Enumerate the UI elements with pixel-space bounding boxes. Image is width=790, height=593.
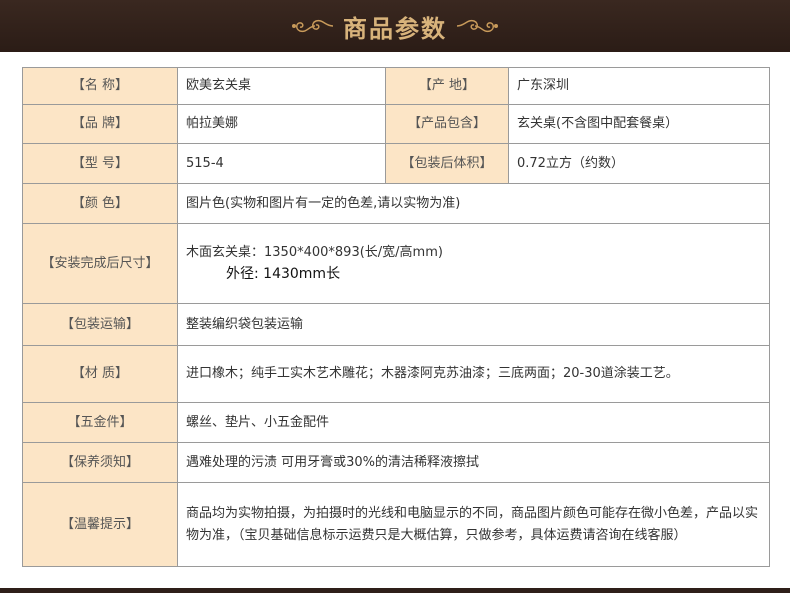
- name-value: 欧美玄关桌: [177, 67, 386, 105]
- table-row: 【安装完成后尺寸】 木面玄关桌：1350*400*893(长/宽/高mm) 外径…: [22, 223, 770, 304]
- packing-value: 整装编织袋包装运输: [177, 303, 770, 346]
- size-value: 木面玄关桌：1350*400*893(长/宽/高mm): [186, 245, 443, 260]
- name-label: 【名 称】: [22, 67, 178, 105]
- volume-value: 0.72立方（约数）: [508, 143, 770, 184]
- params-table: 【名 称】 欧美玄关桌 【产 地】 广东深圳 【品 牌】 帕拉美娜 【产品包含】…: [22, 67, 770, 567]
- header-banner: 商品参数: [0, 0, 790, 52]
- contents-value: 玄关桌(不含图中配套餐桌）: [508, 104, 770, 144]
- color-label: 【颜 色】: [22, 183, 178, 224]
- page: 商品参数 【名 称】 欧美玄关桌 【产 地】 广东深圳 【品 牌】 帕拉美娜 【…: [0, 0, 790, 593]
- right-flourish-icon: [456, 19, 498, 33]
- packing-label: 【包装运输】: [22, 303, 178, 346]
- outer-diameter: 外径: 1430mm长: [226, 266, 341, 282]
- size-cell: 木面玄关桌：1350*400*893(长/宽/高mm) 外径: 1430mm长: [177, 223, 770, 304]
- care-value: 遇难处理的污渍 可用牙膏或30%的清洁稀释液擦拭: [177, 442, 770, 483]
- table-row: 【型 号】 515-4 【包装后体积】 0.72立方（约数）: [22, 143, 770, 184]
- material-value: 进口橡木；纯手工实木艺术雕花；木器漆阿克苏油漆；三底两面；20-30道涂装工艺。: [177, 345, 770, 403]
- table-row: 【品 牌】 帕拉美娜 【产品包含】 玄关桌(不含图中配套餐桌）: [22, 104, 770, 144]
- hardware-value: 螺丝、垫片、小五金配件: [177, 402, 770, 443]
- brand-label: 【品 牌】: [22, 104, 178, 144]
- material-label: 【材 质】: [22, 345, 178, 403]
- table-row: 【温馨提示】 商品均为实物拍摄，为拍摄时的光线和电脑显示的不同，商品图片颜色可能…: [22, 482, 770, 567]
- params-panel: 【名 称】 欧美玄关桌 【产 地】 广东深圳 【品 牌】 帕拉美娜 【产品包含】…: [0, 52, 790, 588]
- title-wrap: 商品参数: [289, 9, 501, 44]
- page-title: 商品参数: [343, 13, 447, 43]
- table-row: 【材 质】 进口橡木；纯手工实木艺术雕花；木器漆阿克苏油漆；三底两面；20-30…: [22, 345, 770, 403]
- table-row: 【名 称】 欧美玄关桌 【产 地】 广东深圳: [22, 67, 770, 105]
- table-row: 【五金件】 螺丝、垫片、小五金配件: [22, 402, 770, 443]
- hardware-label: 【五金件】: [22, 402, 178, 443]
- model-value: 515-4: [177, 143, 386, 184]
- model-label: 【型 号】: [22, 143, 178, 184]
- notice-label: 【温馨提示】: [22, 482, 178, 567]
- contents-label: 【产品包含】: [385, 104, 509, 144]
- size-label: 【安装完成后尺寸】: [22, 223, 178, 304]
- table-row: 【颜 色】 图片色(实物和图片有一定的色差,请以实物为准): [22, 183, 770, 224]
- brand-value: 帕拉美娜: [177, 104, 386, 144]
- table-row: 【包装运输】 整装编织袋包装运输: [22, 303, 770, 346]
- table-row: 【保养须知】 遇难处理的污渍 可用牙膏或30%的清洁稀释液擦拭: [22, 442, 770, 483]
- care-label: 【保养须知】: [22, 442, 178, 483]
- left-flourish-icon: [292, 19, 334, 33]
- notice-value: 商品均为实物拍摄，为拍摄时的光线和电脑显示的不同，商品图片颜色可能存在微小色差，…: [177, 482, 770, 567]
- bottom-strip: [0, 588, 790, 593]
- origin-value: 广东深圳: [508, 67, 770, 105]
- color-value: 图片色(实物和图片有一定的色差,请以实物为准): [177, 183, 770, 224]
- volume-label: 【包装后体积】: [385, 143, 509, 184]
- origin-label: 【产 地】: [385, 67, 509, 105]
